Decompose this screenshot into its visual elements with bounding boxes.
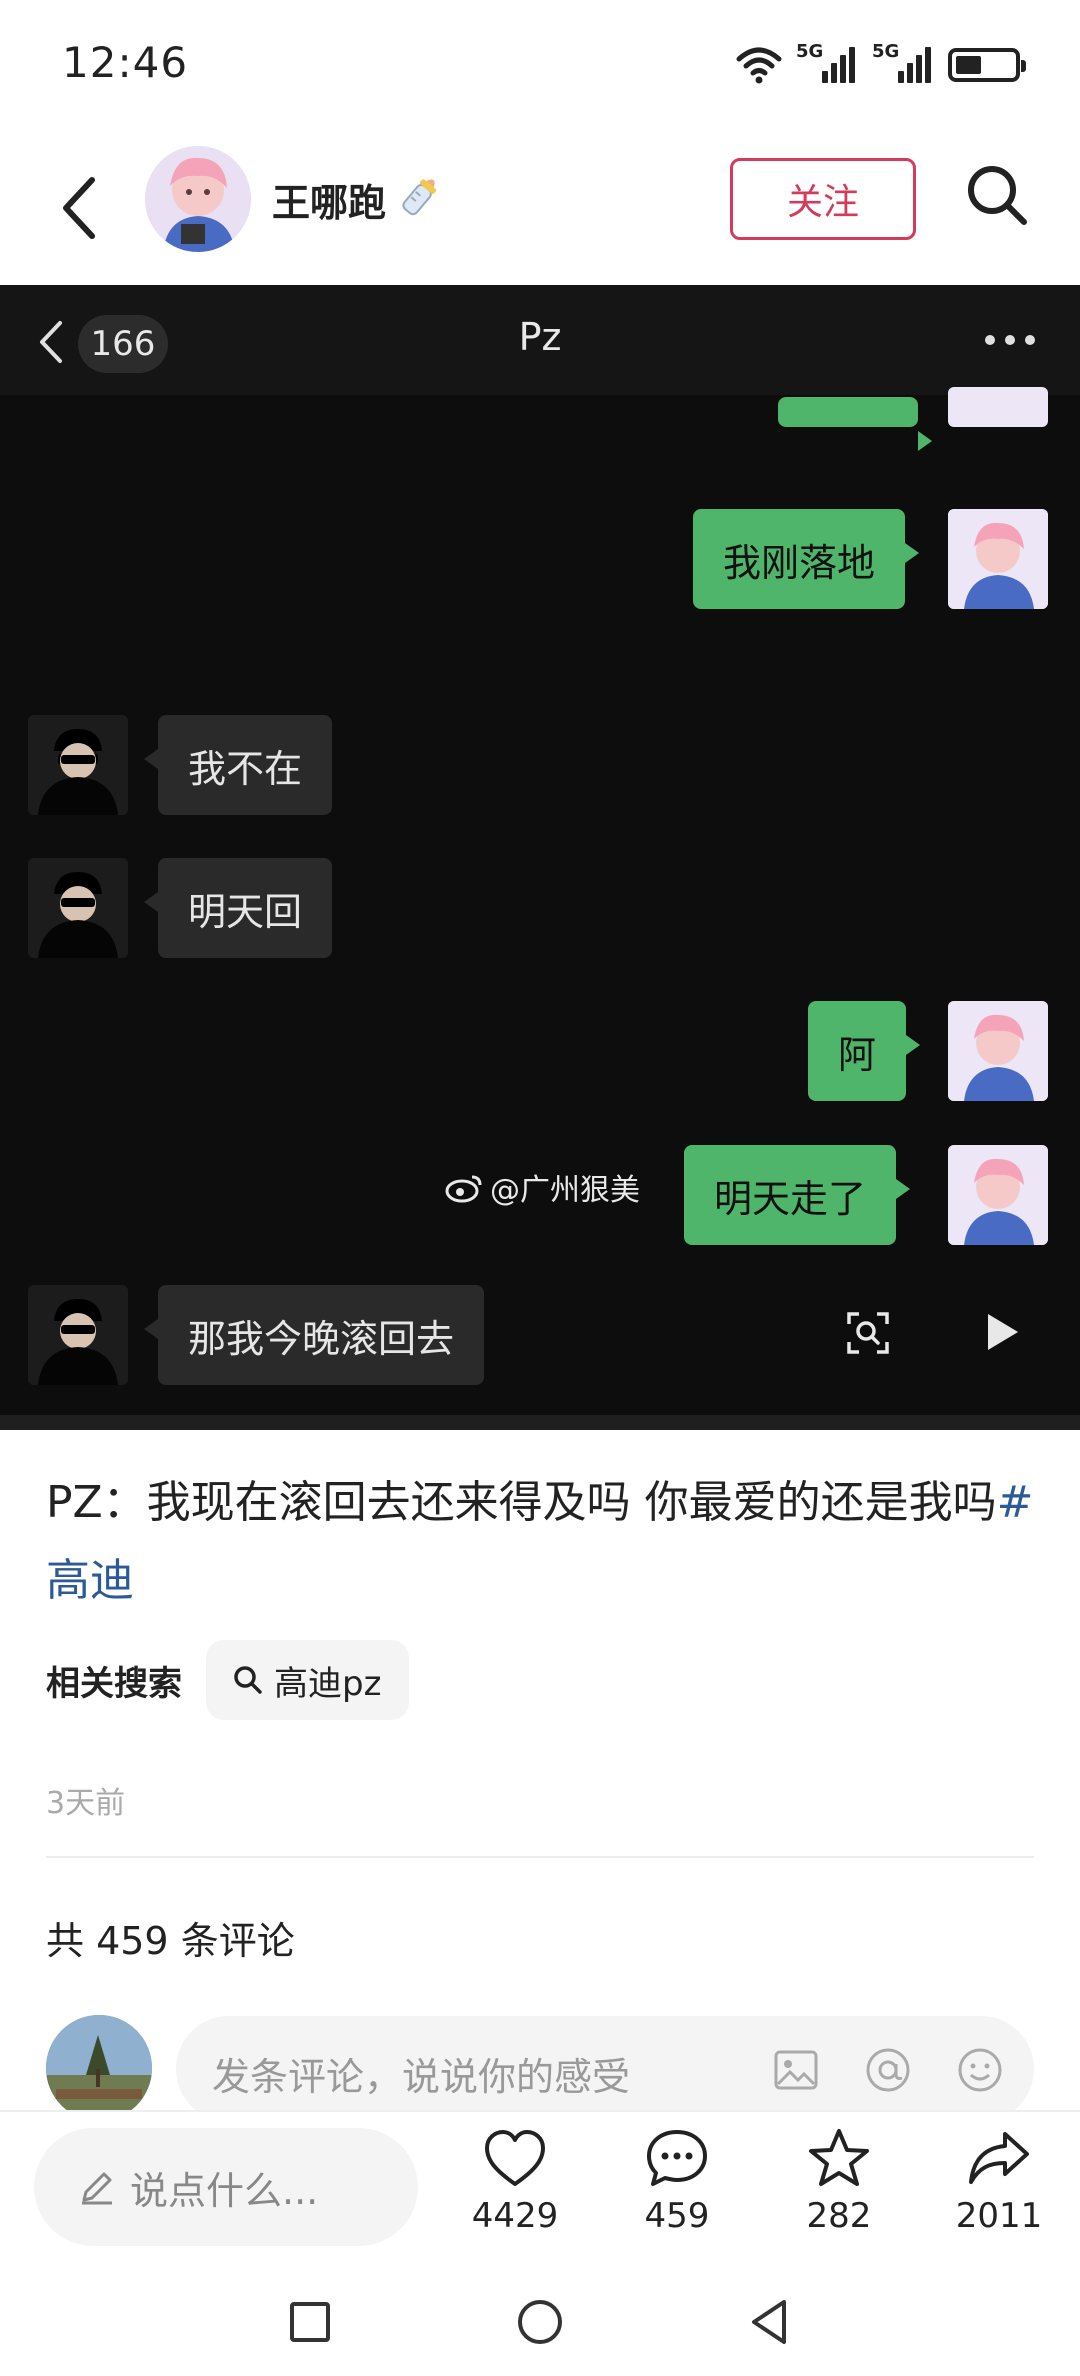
at-mention-icon[interactable] [864,2046,912,2094]
image-icon[interactable] [772,2046,820,2094]
related-search-label: 相关搜索 [46,1663,182,1704]
contact-chat-avatar [28,715,128,815]
pencil-icon [82,2172,112,2205]
author-avatar[interactable] [145,146,251,252]
recent-apps-icon[interactable] [280,2292,340,2352]
weibo-watermark: @广州狠美 [444,1165,640,1209]
cell-signal-2-icon: 5G [872,41,934,87]
status-time: 12:46 [62,38,189,87]
chat-contact-name: Pz [518,315,562,359]
status-bar: 12:46 5G 5G [0,0,1080,130]
weibo-icon [445,1175,482,1203]
chat-bubble-partial [778,397,932,451]
comment-count-action: 459 [644,2196,710,2236]
like-button[interactable]: 4429 [460,2126,570,2236]
play-icon[interactable] [982,1310,1022,1354]
divider [46,1856,1034,1858]
chat-topbar: 166 Pz [0,285,1080,395]
wifi-icon [736,47,782,84]
status-icons: 5G 5G [736,40,1026,90]
post-header: 王哪跑 关注 [0,130,1080,285]
chat-bubble-mine: 明天走了 [684,1145,911,1245]
contact-chat-avatar [28,1285,128,1385]
star-icon [809,2129,869,2186]
like-count: 4429 [471,2196,559,2236]
my-chat-avatar [948,1001,1048,1101]
related-search-chip[interactable]: 高迪pz [206,1640,410,1720]
media-bottom-strip [0,1415,1080,1430]
comment-button[interactable]: 459 [622,2126,732,2236]
chat-bubble-contact: 我不在 [143,715,333,815]
comment-icon [647,2130,707,2186]
author-name[interactable]: 王哪跑 [272,172,386,227]
related-search: 相关搜索 高迪pz [46,1640,410,1720]
more-dots-icon [985,335,1035,347]
contact-chat-avatar [28,858,128,958]
battery-icon [948,48,1026,82]
post-text: PZ：我现在滚回去还来得及吗 你最爱的还是我吗#高迪 [46,1464,1036,1620]
scan-icon[interactable] [845,1310,891,1356]
chat-bubble-mine: 我刚落地 [693,509,920,609]
my-chat-avatar [948,509,1048,609]
favorite-button[interactable]: 282 [784,2126,894,2236]
search-icon [234,1666,262,1694]
back-triangle-icon[interactable] [740,2292,800,2352]
my-chat-avatar [948,1145,1048,1245]
chat-bubble-contact: 明天回 [143,858,333,958]
cell-signal-1-icon: 5G [796,41,858,87]
current-user-avatar[interactable] [46,2015,152,2121]
post-image[interactable]: 166 Pz 我刚落地 我不在 明天回 阿 @广州狠美 明天走了 那我今晚滚回去 [0,285,1080,1430]
share-count: 2011 [955,2196,1043,2236]
home-icon[interactable] [510,2292,570,2352]
search-icon[interactable] [962,160,1032,230]
system-nav-bar [0,2270,1080,2376]
comment-input[interactable]: 发条评论，说说你的感受 [176,2016,1034,2122]
chat-bubble-contact: 那我今晚滚回去 [143,1285,485,1385]
back-arrow-icon[interactable] [52,168,112,248]
heart-icon [485,2130,545,2186]
chat-bubble-mine: 阿 [808,1001,921,1101]
my-chat-avatar [948,387,1048,427]
share-arrow-icon [969,2132,1029,2184]
post-timestamp: 3天前 [46,1786,126,1821]
baby-bottle-icon [402,179,437,216]
emoji-icon[interactable] [956,2046,1004,2094]
bottom-action-bar: 说点什么... 4429 459 282 2011 [0,2110,1080,2260]
favorite-count: 282 [806,2196,872,2236]
share-button[interactable]: 2011 [944,2126,1054,2236]
follow-button[interactable]: 关注 [730,158,916,240]
post-caption: PZ：我现在滚回去还来得及吗 你最爱的还是我吗 [46,1477,997,1528]
say-something-input[interactable]: 说点什么... [34,2128,418,2246]
comment-input-placeholder: 发条评论，说说你的感受 [212,2055,631,2099]
comment-count: 共 459 条评论 [46,1919,295,1963]
